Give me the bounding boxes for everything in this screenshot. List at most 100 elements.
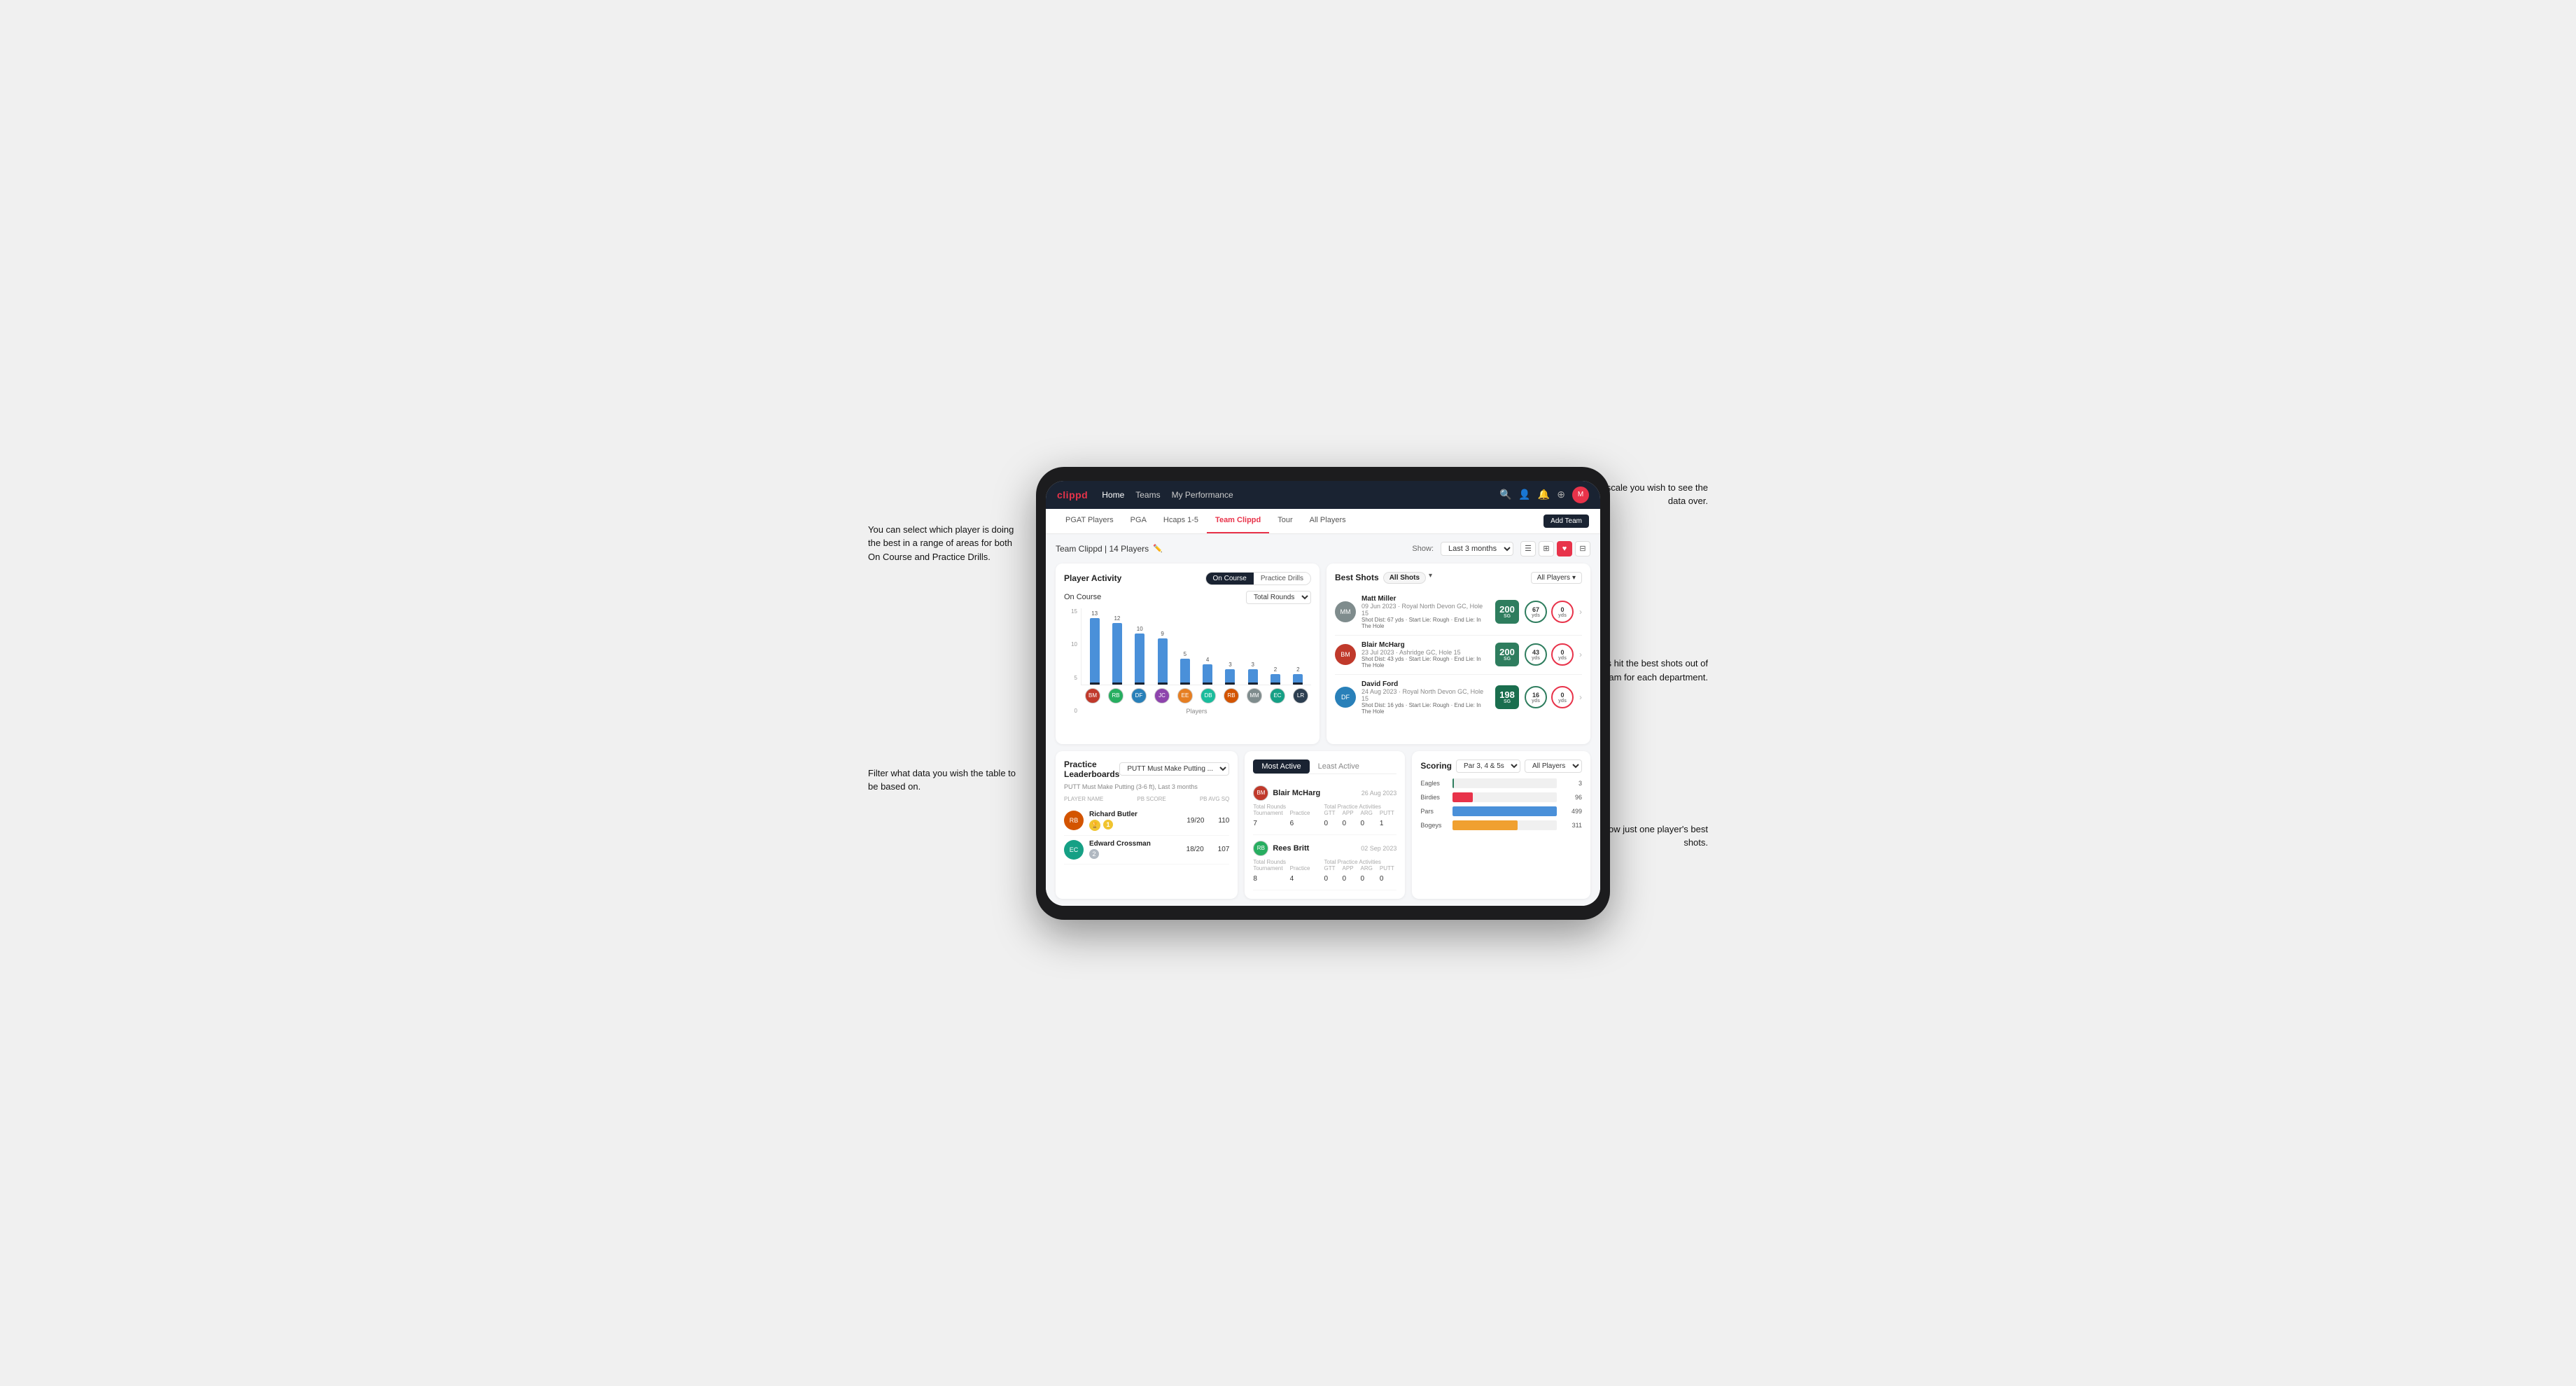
- shot-item-1: MM Matt Miller 09 Jun 2023 · Royal North…: [1335, 589, 1582, 636]
- search-icon[interactable]: 🔍: [1499, 489, 1511, 500]
- users-icon[interactable]: 👤: [1518, 489, 1530, 500]
- bar-m-miller: 3: [1242, 662, 1263, 685]
- tournament-blair: 7: [1253, 820, 1257, 827]
- scoring-par-select[interactable]: Par 3, 4 & 5s Par 3s Par 4s Par 5s: [1456, 760, 1520, 773]
- player-detail-matt-miller: 09 Jun 2023 · Royal North Devon GC, Hole…: [1362, 603, 1490, 617]
- eagles-count: 3: [1561, 780, 1582, 787]
- lb-player-2-rank: 2: [1089, 849, 1181, 859]
- practice-blair: 6: [1290, 820, 1294, 827]
- nav-teams[interactable]: Teams: [1135, 490, 1160, 500]
- avatar-m-miller[interactable]: MM: [1247, 688, 1262, 704]
- shot-detail-david-ford: Shot Dist: 16 yds · Start Lie: Rough · E…: [1362, 702, 1490, 715]
- tab-pga[interactable]: PGA: [1122, 508, 1155, 533]
- player-info-david-ford: David Ford 24 Aug 2023 · Royal North Dev…: [1362, 680, 1490, 715]
- avatar-e-cross[interactable]: EC: [1270, 688, 1285, 704]
- most-active-tab[interactable]: Most Active: [1253, 760, 1309, 774]
- list-view-icon[interactable]: ☰: [1520, 541, 1536, 556]
- bar-chart-wrapper: 15 10 5 0 13: [1064, 608, 1311, 736]
- bogeys-bar-bg: [1452, 820, 1557, 830]
- shot-detail-matt-miller: Shot Dist: 67 yds · Start Lie: Rough · E…: [1362, 617, 1490, 629]
- player-detail-david-ford: 24 Aug 2023 · Royal North Devon GC, Hole…: [1362, 688, 1490, 702]
- lb-player-1-rank: 🏆 1: [1089, 820, 1181, 831]
- avatar-l-rob[interactable]: LR: [1293, 688, 1308, 704]
- activity-name-blair: Blair McHarg: [1273, 789, 1320, 797]
- bottom-grid: Practice Leaderboards PUTT Must Make Put…: [1056, 751, 1590, 899]
- least-active-tab[interactable]: Least Active: [1310, 760, 1368, 774]
- plus-circle-icon[interactable]: ⊕: [1557, 489, 1565, 500]
- bars-container: 13 12: [1081, 608, 1311, 685]
- best-shots-card: Best Shots All Shots ▾ All Players ▾: [1326, 564, 1590, 744]
- scoring-header: Scoring Par 3, 4 & 5s Par 3s Par 4s Par …: [1420, 760, 1582, 773]
- player-name-blair-mcharg: Blair McHarg: [1362, 641, 1490, 649]
- player-name-david-ford: David Ford: [1362, 680, 1490, 688]
- shots-dropdown-arrow[interactable]: ▾: [1429, 572, 1432, 584]
- total-practice-group-blair: Total Practice Activities GTT 0 APP: [1324, 804, 1394, 829]
- lb-col-score: PB SCORE: [1137, 796, 1166, 802]
- avatar-e-ebert[interactable]: EE: [1177, 688, 1193, 704]
- chart-metric-select[interactable]: Total Rounds Total Shots: [1246, 591, 1311, 604]
- chevron-matt-miller[interactable]: ›: [1579, 607, 1582, 617]
- tab-pgat-players[interactable]: PGAT Players: [1057, 508, 1122, 533]
- activity-item-2: RB Rees Britt 02 Sep 2023 Total Rounds: [1253, 835, 1396, 890]
- player-info-matt-miller: Matt Miller 09 Jun 2023 · Royal North De…: [1362, 595, 1490, 629]
- scoring-card: Scoring Par 3, 4 & 5s Par 3s Par 4s Par …: [1412, 751, 1590, 899]
- settings-view-icon[interactable]: ⊟: [1575, 541, 1590, 556]
- leaderboard-select[interactable]: PUTT Must Make Putting ...: [1119, 762, 1229, 776]
- avatar-j-coles[interactable]: JC: [1154, 688, 1170, 704]
- avatar-b-mcharg[interactable]: BM: [1085, 688, 1100, 704]
- avatar-d-ford[interactable]: DF: [1131, 688, 1147, 704]
- lb-score-2: 18/20: [1186, 846, 1204, 853]
- chart-section-title: On Course: [1064, 593, 1101, 601]
- total-rounds-group-blair: Total Rounds Tournament 7 Practice: [1253, 804, 1310, 829]
- tournament-rees: 8: [1253, 875, 1257, 883]
- avatar-r-butler[interactable]: RB: [1224, 688, 1239, 704]
- eagles-label: Eagles: [1420, 780, 1448, 787]
- card-view-icon[interactable]: ♥: [1557, 541, 1572, 556]
- avatar-d-bill[interactable]: DB: [1200, 688, 1216, 704]
- page-wrapper: You can select which player is doing the…: [868, 467, 1708, 920]
- time-period-select[interactable]: Last 3 months Last month Last 6 months: [1441, 542, 1513, 556]
- all-shots-pill[interactable]: All Shots: [1383, 572, 1426, 584]
- activity-item-1: BM Blair McHarg 26 Aug 2023 Total Rounds: [1253, 780, 1396, 835]
- team-header: Team Clippd | 14 Players ✏️ Show: Last 3…: [1056, 541, 1590, 556]
- edit-team-icon[interactable]: ✏️: [1153, 544, 1163, 553]
- players-filter-btn[interactable]: All Players ▾: [1531, 572, 1582, 584]
- chevron-david-ford[interactable]: ›: [1579, 692, 1582, 702]
- lb-row-2: EC Edward Crossman 2 18/20 107: [1064, 836, 1229, 864]
- nav-my-performance[interactable]: My Performance: [1172, 490, 1233, 500]
- sg-badge-matt-miller: 200 SG: [1495, 600, 1519, 624]
- shot-stats-matt-miller: 67 yds 0 yds: [1525, 601, 1574, 623]
- annotation-top-left: You can select which player is doing the…: [868, 523, 1022, 564]
- practice-rees: 4: [1290, 875, 1294, 883]
- user-avatar[interactable]: M: [1572, 486, 1589, 503]
- grid-view-icon[interactable]: ⊞: [1539, 541, 1554, 556]
- tab-team-clippd[interactable]: Team Clippd: [1207, 508, 1269, 533]
- scoring-chart: Eagles 3 Birdies: [1420, 778, 1582, 830]
- avatar-r-britt[interactable]: RB: [1108, 688, 1124, 704]
- bogeys-count: 311: [1561, 822, 1582, 829]
- on-course-pill[interactable]: On Course: [1206, 573, 1254, 584]
- bogeys-label: Bogeys: [1420, 822, 1448, 829]
- activity-date-blair: 26 Aug 2023: [1362, 790, 1397, 797]
- x-axis-label: Players: [1081, 708, 1311, 715]
- chevron-blair-mcharg[interactable]: ›: [1579, 650, 1582, 659]
- bell-icon[interactable]: 🔔: [1538, 489, 1550, 500]
- logo: clippd: [1057, 489, 1088, 500]
- add-team-button[interactable]: Add Team: [1544, 514, 1589, 528]
- nav-home[interactable]: Home: [1102, 490, 1124, 500]
- tab-tour[interactable]: Tour: [1269, 508, 1301, 533]
- stat-dist-david-ford: 16 yds: [1525, 686, 1547, 708]
- scoring-player-select[interactable]: All Players: [1525, 760, 1582, 773]
- player-detail-blair-mcharg: 23 Jul 2023 · Ashridge GC, Hole 15: [1362, 649, 1490, 656]
- tab-all-players[interactable]: All Players: [1301, 508, 1354, 533]
- tab-hcaps[interactable]: Hcaps 1-5: [1155, 508, 1207, 533]
- stat-end-matt-miller: 0 yds: [1551, 601, 1574, 623]
- show-label: Show:: [1412, 545, 1434, 553]
- practice-drills-pill[interactable]: Practice Drills: [1254, 573, 1310, 584]
- top-nav: clippd Home Teams My Performance 🔍 👤 🔔 ⊕…: [1046, 481, 1600, 509]
- avatar-matt-miller: MM: [1335, 601, 1356, 622]
- bogeys-bar-fill: [1452, 820, 1517, 830]
- total-rounds-group-rees: Total Rounds Tournament 8 Practice: [1253, 859, 1310, 884]
- lb-avg-2: 107: [1218, 846, 1230, 853]
- bar-r-butler: 3: [1220, 662, 1240, 685]
